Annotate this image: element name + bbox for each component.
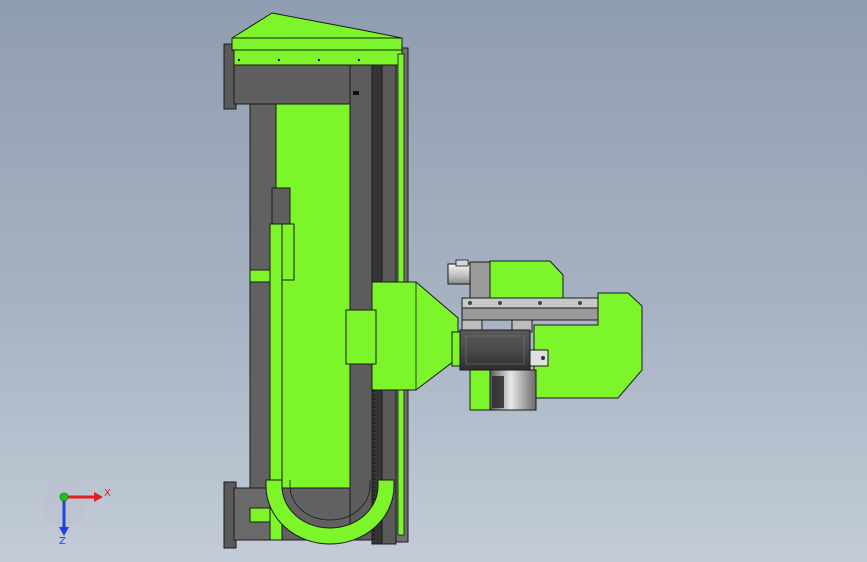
top-cover[interactable]: [231, 12, 403, 66]
cad-viewport[interactable]: X Z: [0, 0, 867, 562]
y-axis-dot: [59, 492, 69, 502]
x-axis-label: X: [104, 488, 111, 499]
cad-model[interactable]: X Z: [0, 0, 867, 562]
tool-head[interactable]: [447, 259, 643, 411]
rail-strip-lower: [397, 389, 405, 536]
green-cover-panel[interactable]: [275, 103, 351, 489]
z-axis-label: Z: [59, 536, 66, 547]
axis-triad: X Z: [42, 483, 111, 547]
spindle-nose: [447, 263, 471, 285]
rail-strip-upper: [397, 53, 405, 285]
